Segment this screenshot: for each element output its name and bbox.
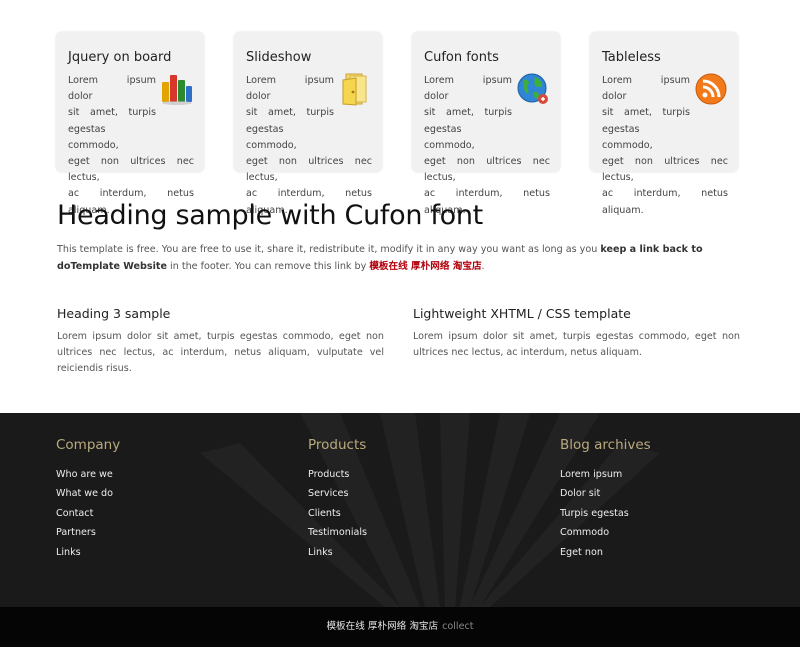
feature-line: sit amet, turpis xyxy=(424,107,512,119)
feature-line: eget non ultrices nec lectus, xyxy=(424,156,550,184)
footer: Company Who are we What we do Contact Pa… xyxy=(0,413,800,607)
footer-link[interactable]: Links xyxy=(56,543,120,562)
feature-line: eget non ultrices nec lectus, xyxy=(68,156,194,184)
column-text: Lorem ipsum dolor sit amet, turpis egest… xyxy=(57,331,384,375)
footer-link[interactable]: Clients xyxy=(308,504,367,523)
feature-line: sit amet, turpis xyxy=(246,107,334,119)
content-column-left: Heading 3 sample Lorem ipsum dolor sit a… xyxy=(57,306,384,378)
footer-link[interactable]: What we do xyxy=(56,484,120,503)
intro-text: This template is free. You are free to u… xyxy=(57,244,601,255)
feature-line: eget non ultrices nec lectus, xyxy=(602,156,728,184)
column-heading: Heading 3 sample xyxy=(57,306,171,321)
feature-line: sit amet, turpis xyxy=(602,107,690,119)
column-heading: Lightweight XHTML / CSS template xyxy=(413,306,631,321)
rss-icon xyxy=(695,73,727,105)
footer-link[interactable]: Links xyxy=(308,543,367,562)
footer-heading: Products xyxy=(308,437,367,453)
bar-chart-icon xyxy=(162,75,192,105)
feature-line: egestas commodo, xyxy=(246,123,297,151)
footer-column-company: Company Who are we What we do Contact Pa… xyxy=(56,437,120,562)
footer-link[interactable]: Commodo xyxy=(560,523,651,542)
feature-line: sit amet, turpis xyxy=(68,107,156,119)
feature-box-cufon: Cufon fonts Lorem ipsum dolor sit amet, … xyxy=(412,32,560,216)
intro-paragraph: This template is free. You are free to u… xyxy=(57,242,741,275)
feature-line: ac interdum, netus aliquam. xyxy=(602,188,728,216)
page-heading: Heading sample with Cufon font xyxy=(57,200,483,231)
footer-heading: Blog archives xyxy=(560,437,651,453)
footer-link[interactable]: Contact xyxy=(56,504,120,523)
footer-link[interactable]: Turpis egestas xyxy=(560,504,651,523)
footer-column-products: Products Products Services Clients Testi… xyxy=(308,437,367,562)
footer-column-blog: Blog archives Lorem ipsum Dolor sit Turp… xyxy=(560,437,651,562)
column-text: Lorem ipsum dolor sit amet, turpis egest… xyxy=(413,331,740,359)
content-column-right: Lightweight XHTML / CSS template Lorem i… xyxy=(413,306,740,361)
footer-link[interactable]: Lorem ipsum xyxy=(560,465,651,484)
feature-line: Lorem ipsum dolor xyxy=(68,75,156,103)
feature-title: Slideshow xyxy=(246,50,312,65)
footer-link[interactable]: Testimonials xyxy=(308,523,367,542)
feature-box-slideshow: Slideshow Lorem ipsum dolor sit amet, tu… xyxy=(234,32,382,216)
intro-link[interactable]: 模板在线 厚朴网络 淘宝店 xyxy=(369,261,481,272)
feature-title: Jquery on board xyxy=(68,50,172,65)
footer-link[interactable]: Eget non xyxy=(560,543,651,562)
footer-link[interactable]: Who are we xyxy=(56,465,120,484)
globe-icon xyxy=(517,73,548,104)
feature-line: eget non ultrices nec lectus, xyxy=(246,156,372,184)
footer-link[interactable]: Dolor sit xyxy=(560,484,651,503)
footer-site-link[interactable]: 模板在线 厚朴网络 淘宝店 xyxy=(326,621,438,632)
feature-line: egestas commodo, xyxy=(602,123,653,151)
feature-line: egestas commodo, xyxy=(424,123,475,151)
footer-link[interactable]: Partners xyxy=(56,523,120,542)
feature-line: Lorem ipsum dolor xyxy=(246,75,334,103)
intro-text: . xyxy=(481,260,485,272)
feature-box-jquery: Jquery on board Lorem ipsum dolor sit am… xyxy=(56,32,204,216)
feature-title: Tableless xyxy=(602,50,661,65)
features-row: Jquery on board Lorem ipsum dolor sit am… xyxy=(56,32,740,216)
footer-heading: Company xyxy=(56,437,121,453)
feature-line: egestas commodo, xyxy=(68,123,119,151)
feature-line: Lorem ipsum dolor xyxy=(602,75,690,103)
footer-link[interactable]: Services xyxy=(308,484,367,503)
feature-line: Lorem ipsum dolor xyxy=(424,75,512,103)
collect-link[interactable]: collect xyxy=(442,621,473,632)
footer-bottom-bar: 模板在线 厚朴网络 淘宝店 collect xyxy=(0,607,800,647)
footer-link[interactable]: Products xyxy=(308,465,367,484)
feature-title: Cufon fonts xyxy=(424,50,499,65)
folder-icon xyxy=(342,73,367,106)
intro-text: in the footer. You can remove this link … xyxy=(167,260,370,272)
feature-box-tableless: Tableless Lorem ipsum dolor sit amet, tu… xyxy=(590,32,738,216)
